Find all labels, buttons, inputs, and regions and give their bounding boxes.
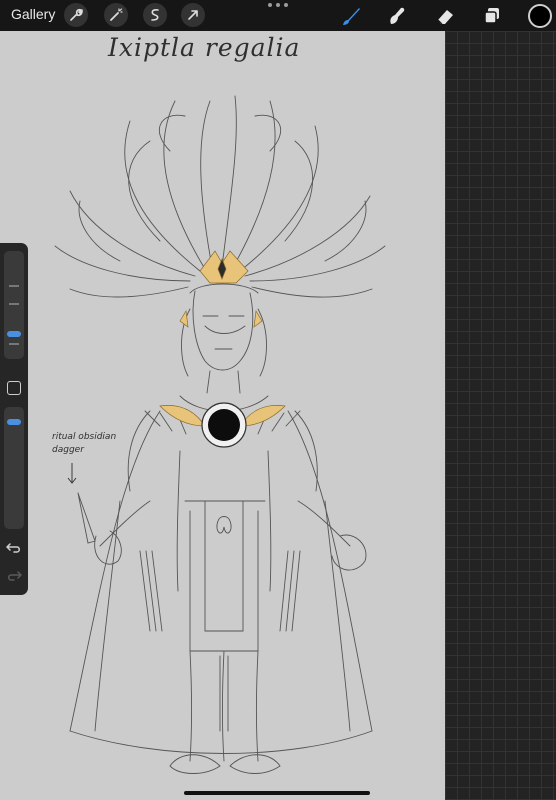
opacity-handle[interactable] bbox=[7, 419, 21, 425]
obsidian-mirror-pendant bbox=[208, 409, 240, 441]
slider-tick bbox=[9, 343, 19, 345]
annotation-arrow bbox=[67, 463, 77, 484]
slider-tick bbox=[9, 303, 19, 305]
home-indicator bbox=[184, 791, 370, 795]
transform-arrow-icon[interactable] bbox=[181, 3, 205, 27]
brush-size-slider[interactable] bbox=[4, 251, 24, 359]
slider-tick bbox=[9, 285, 19, 287]
smudge-icon[interactable] bbox=[384, 3, 410, 29]
top-toolbar: Gallery bbox=[0, 0, 556, 31]
magic-wand-icon[interactable] bbox=[104, 3, 128, 27]
modify-button[interactable] bbox=[7, 381, 21, 395]
drawing-canvas[interactable]: Ixiptla regalia ritual obsidian dagger bbox=[0, 31, 445, 800]
layers-icon[interactable] bbox=[479, 3, 505, 29]
brush-icon[interactable] bbox=[338, 3, 364, 29]
left-sidebar bbox=[0, 243, 28, 595]
wrench-icon[interactable] bbox=[64, 3, 88, 27]
workspace-grid-background bbox=[445, 31, 556, 800]
selection-icon[interactable] bbox=[143, 3, 167, 27]
dagger-annotation: ritual obsidian dagger bbox=[52, 432, 117, 455]
sketch-drawing bbox=[54, 95, 386, 774]
eraser-icon[interactable] bbox=[432, 3, 458, 29]
color-picker-swatch[interactable] bbox=[528, 4, 552, 28]
gallery-button[interactable]: Gallery bbox=[11, 6, 55, 22]
more-options-icon[interactable] bbox=[268, 3, 288, 11]
redo-icon[interactable] bbox=[6, 568, 22, 584]
opacity-slider[interactable] bbox=[4, 407, 24, 529]
undo-icon[interactable] bbox=[6, 540, 22, 556]
brush-size-handle[interactable] bbox=[7, 331, 21, 337]
